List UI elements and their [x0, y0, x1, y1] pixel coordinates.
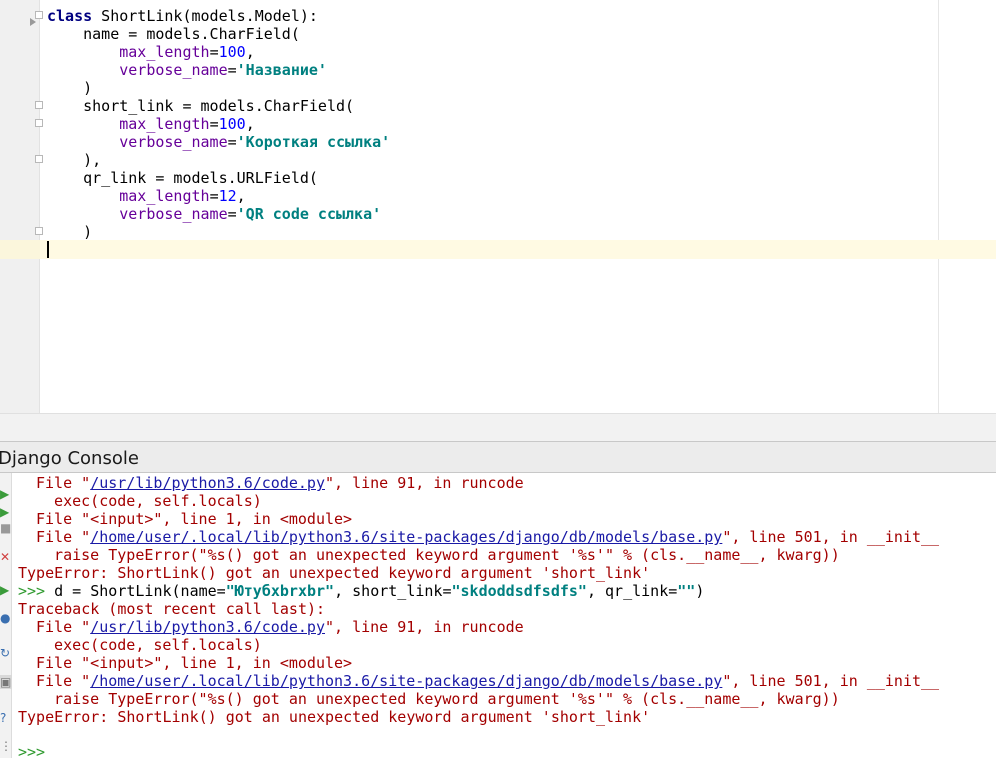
fold-marker-icon[interactable]: [35, 11, 43, 19]
code-line[interactable]: qr_link = models.URLField(: [47, 169, 318, 187]
help-icon[interactable]: ?: [0, 711, 12, 725]
console-line: File "/usr/lib/python3.6/code.py", line …: [36, 618, 524, 636]
code-line[interactable]: max_length=100,: [47, 43, 254, 61]
code-line[interactable]: short_link = models.CharField(: [47, 97, 354, 115]
console-line: exec(code, self.locals): [36, 492, 262, 510]
file-link[interactable]: /home/user/.local/lib/python3.6/site-pac…: [90, 672, 722, 690]
fold-arrow-icon[interactable]: [30, 18, 36, 26]
fold-marker-icon[interactable]: [35, 119, 43, 127]
run-icon[interactable]: ▶: [0, 583, 12, 597]
soft-wrap-icon[interactable]: ▣: [0, 675, 12, 689]
debug-icon[interactable]: ●: [0, 611, 12, 625]
fold-marker-icon[interactable]: [35, 227, 43, 235]
code-line[interactable]: class ShortLink(models.Model):: [47, 7, 318, 25]
code-line[interactable]: ): [47, 223, 92, 241]
code-line[interactable]: max_length=100,: [47, 115, 254, 133]
code-line[interactable]: max_length=12,: [47, 187, 245, 205]
rerun-icon[interactable]: ▶: [0, 487, 12, 501]
console-prompt: >>>: [18, 582, 55, 600]
code-line[interactable]: verbose_name='QR code ссылка': [47, 205, 381, 223]
file-link[interactable]: /home/user/.local/lib/python3.6/site-pac…: [90, 528, 722, 546]
editor-bottom-strip: [0, 413, 996, 441]
console-line: raise TypeError("%s() got an unexpected …: [36, 690, 840, 708]
keyword: class: [47, 7, 93, 25]
code-line[interactable]: verbose_name='Короткая ссылка': [47, 133, 390, 151]
console-line: raise TypeError("%s() got an unexpected …: [36, 546, 840, 564]
right-margin-guide: [938, 0, 939, 413]
fold-marker-icon[interactable]: [35, 155, 43, 163]
console-line: TypeError: ShortLink() got an unexpected…: [18, 564, 651, 582]
code-line[interactable]: name = models.CharField(: [47, 25, 300, 43]
console-line: File "/home/user/.local/lib/python3.6/si…: [36, 528, 940, 546]
file-link[interactable]: /usr/lib/python3.6/code.py: [90, 474, 325, 492]
code-line[interactable]: ),: [47, 151, 101, 169]
console-input-line: >>> d = ShortLink(name="Ютубхbrxbr", sho…: [18, 582, 705, 600]
code-editor[interactable]: class ShortLink(models.Model): name = mo…: [0, 0, 996, 413]
console-line: File "/usr/lib/python3.6/code.py", line …: [36, 474, 524, 492]
stop-icon[interactable]: ■: [0, 521, 12, 535]
console-line: File "/home/user/.local/lib/python3.6/si…: [36, 672, 940, 690]
console-line: Traceback (most recent call last):: [18, 600, 326, 618]
console-line: File "<input>", line 1, in <module>: [36, 654, 353, 672]
close-icon[interactable]: ✕: [0, 550, 12, 564]
console-line: exec(code, self.locals): [36, 636, 262, 654]
current-line-highlight: [0, 240, 996, 259]
file-link[interactable]: /usr/lib/python3.6/code.py: [90, 618, 325, 636]
console-input-prompt[interactable]: >>>: [18, 743, 45, 758]
text-caret: [47, 241, 49, 258]
console-line: TypeError: ShortLink() got an unexpected…: [18, 708, 651, 726]
console-output[interactable]: File "/usr/lib/python3.6/code.py", line …: [12, 473, 996, 758]
history-icon[interactable]: ⋮: [0, 739, 12, 753]
console-tool-window-header[interactable]: Django Console: [0, 441, 996, 473]
console-line: File "<input>", line 1, in <module>: [36, 510, 353, 528]
console-toolbar: ▶ ▶ ■ ✕ ▶ ● ↻ ▣ ? ⋮: [0, 473, 12, 758]
code-line[interactable]: verbose_name='Название': [47, 61, 327, 79]
fold-marker-icon[interactable]: [35, 101, 43, 109]
console-title: Django Console: [0, 448, 139, 469]
execute-icon[interactable]: ▶: [0, 505, 12, 519]
refresh-icon[interactable]: ↻: [0, 646, 12, 660]
code-line[interactable]: ): [47, 79, 92, 97]
editor-gutter[interactable]: [0, 0, 40, 413]
